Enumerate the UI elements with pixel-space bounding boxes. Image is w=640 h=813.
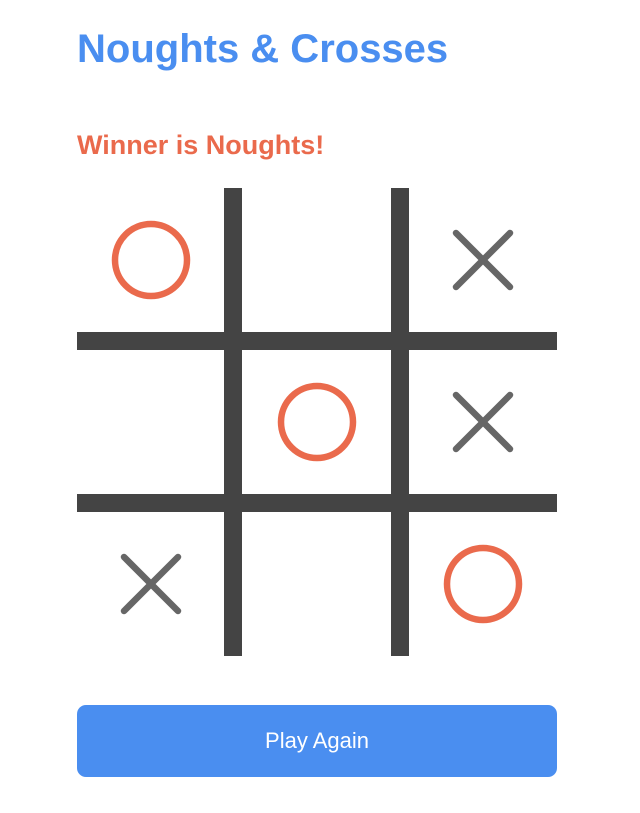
board-cell-2-3[interactable] xyxy=(409,350,557,494)
board-cell-3-1[interactable] xyxy=(77,512,224,656)
grid-line-horizontal xyxy=(77,494,557,512)
nought-icon xyxy=(111,220,190,300)
nought-icon xyxy=(443,544,523,624)
nought-icon xyxy=(277,382,356,462)
board-cell-3-2[interactable] xyxy=(242,512,391,656)
board-cell-1-2[interactable] xyxy=(242,188,391,332)
board-cell-1-3[interactable] xyxy=(409,188,557,332)
board-cell-2-1[interactable] xyxy=(77,350,224,494)
grid-line-horizontal xyxy=(77,332,557,350)
page-title: Noughts & Crosses xyxy=(77,27,449,71)
board-cell-3-3[interactable] xyxy=(409,512,557,656)
grid-line-vertical xyxy=(391,188,409,656)
board-cell-1-1[interactable] xyxy=(77,188,224,332)
grid-line-vertical xyxy=(224,188,242,656)
play-again-button[interactable]: Play Again xyxy=(77,705,557,777)
cross-icon xyxy=(452,391,514,453)
cross-icon xyxy=(452,229,514,291)
winner-status: Winner is Noughts! xyxy=(77,130,325,160)
board-cell-2-2[interactable] xyxy=(242,350,391,494)
game-board xyxy=(77,188,557,656)
cross-icon xyxy=(120,553,181,615)
